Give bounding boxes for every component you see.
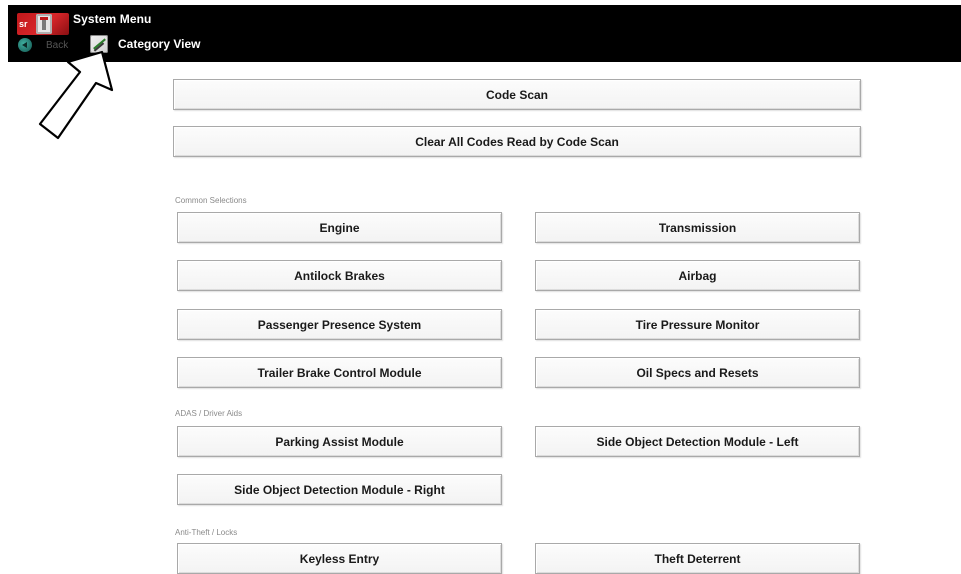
passenger-presence-button[interactable]: Passenger Presence System <box>177 309 502 340</box>
side-object-left-button[interactable]: Side Object Detection Module - Left <box>535 426 860 457</box>
keyless-entry-button[interactable]: Keyless Entry <box>177 543 502 574</box>
top-toolbar: sr System Menu Back Category View <box>8 5 961 62</box>
logo-glyph-icon <box>36 14 52 34</box>
engine-button[interactable]: Engine <box>177 212 502 243</box>
oil-specs-button[interactable]: Oil Specs and Resets <box>535 357 860 388</box>
section-label-common: Common Selections <box>175 196 247 205</box>
section-label-antitheft: Anti-Theft / Locks <box>175 528 238 537</box>
page-title: System Menu <box>73 12 152 26</box>
clear-all-codes-button[interactable]: Clear All Codes Read by Code Scan <box>173 126 861 157</box>
trailer-brake-button[interactable]: Trailer Brake Control Module <box>177 357 502 388</box>
section-label-adas: ADAS / Driver Aids <box>175 409 243 418</box>
parking-assist-button[interactable]: Parking Assist Module <box>177 426 502 457</box>
code-scan-button[interactable]: Code Scan <box>173 79 861 110</box>
red-logo-icon: sr <box>17 13 69 35</box>
category-view-label: Category View <box>118 37 201 51</box>
transmission-button[interactable]: Transmission <box>535 212 860 243</box>
tire-pressure-button[interactable]: Tire Pressure Monitor <box>535 309 860 340</box>
side-object-right-button[interactable]: Side Object Detection Module - Right <box>177 474 502 505</box>
main-content: Code Scan Clear All Codes Read by Code S… <box>0 62 961 574</box>
back-label: Back <box>46 39 69 51</box>
antilock-brakes-button[interactable]: Antilock Brakes <box>177 260 502 291</box>
logo-mark: sr <box>19 19 28 29</box>
airbag-button[interactable]: Airbag <box>535 260 860 291</box>
theft-deterrent-button[interactable]: Theft Deterrent <box>535 543 860 574</box>
